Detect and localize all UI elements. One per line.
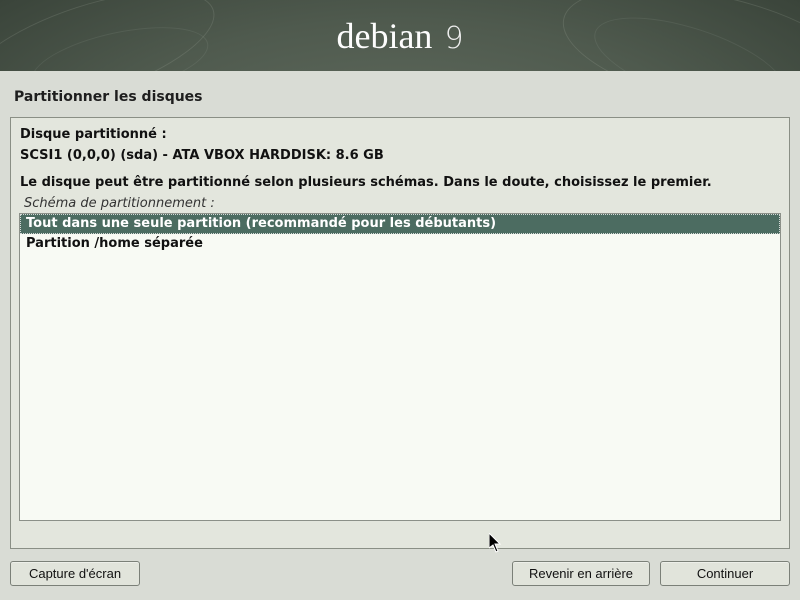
scheme-label: Schéma de partitionnement : <box>24 196 781 211</box>
right-buttons-group: Revenir en arrière Continuer <box>512 561 790 586</box>
scheme-option-all-in-one[interactable]: Tout dans une seule partition (recommand… <box>20 214 780 234</box>
brand-version: 9 <box>444 21 463 56</box>
disk-partitioned-label: Disque partitionné : <box>20 127 780 142</box>
screenshot-button[interactable]: Capture d'écran <box>10 561 140 586</box>
main-panel: Disque partitionné : SCSI1 (0,0,0) (sda)… <box>10 117 790 549</box>
page-title: Partitionner les disques <box>0 71 800 117</box>
scheme-option-separate-home[interactable]: Partition /home séparée <box>20 234 780 254</box>
brand-name: debian <box>336 15 432 57</box>
scheme-list[interactable]: Tout dans une seule partition (recommand… <box>19 213 781 521</box>
disk-descriptor: SCSI1 (0,0,0) (sda) - ATA VBOX HARDDISK:… <box>20 148 780 163</box>
help-text: Le disque peut être partitionné selon pl… <box>20 175 780 190</box>
header-banner: debian 9 <box>0 0 800 71</box>
continue-button[interactable]: Continuer <box>660 561 790 586</box>
button-row: Capture d'écran Revenir en arrière Conti… <box>10 561 790 586</box>
os-logo: debian 9 <box>336 15 463 57</box>
back-button[interactable]: Revenir en arrière <box>512 561 650 586</box>
